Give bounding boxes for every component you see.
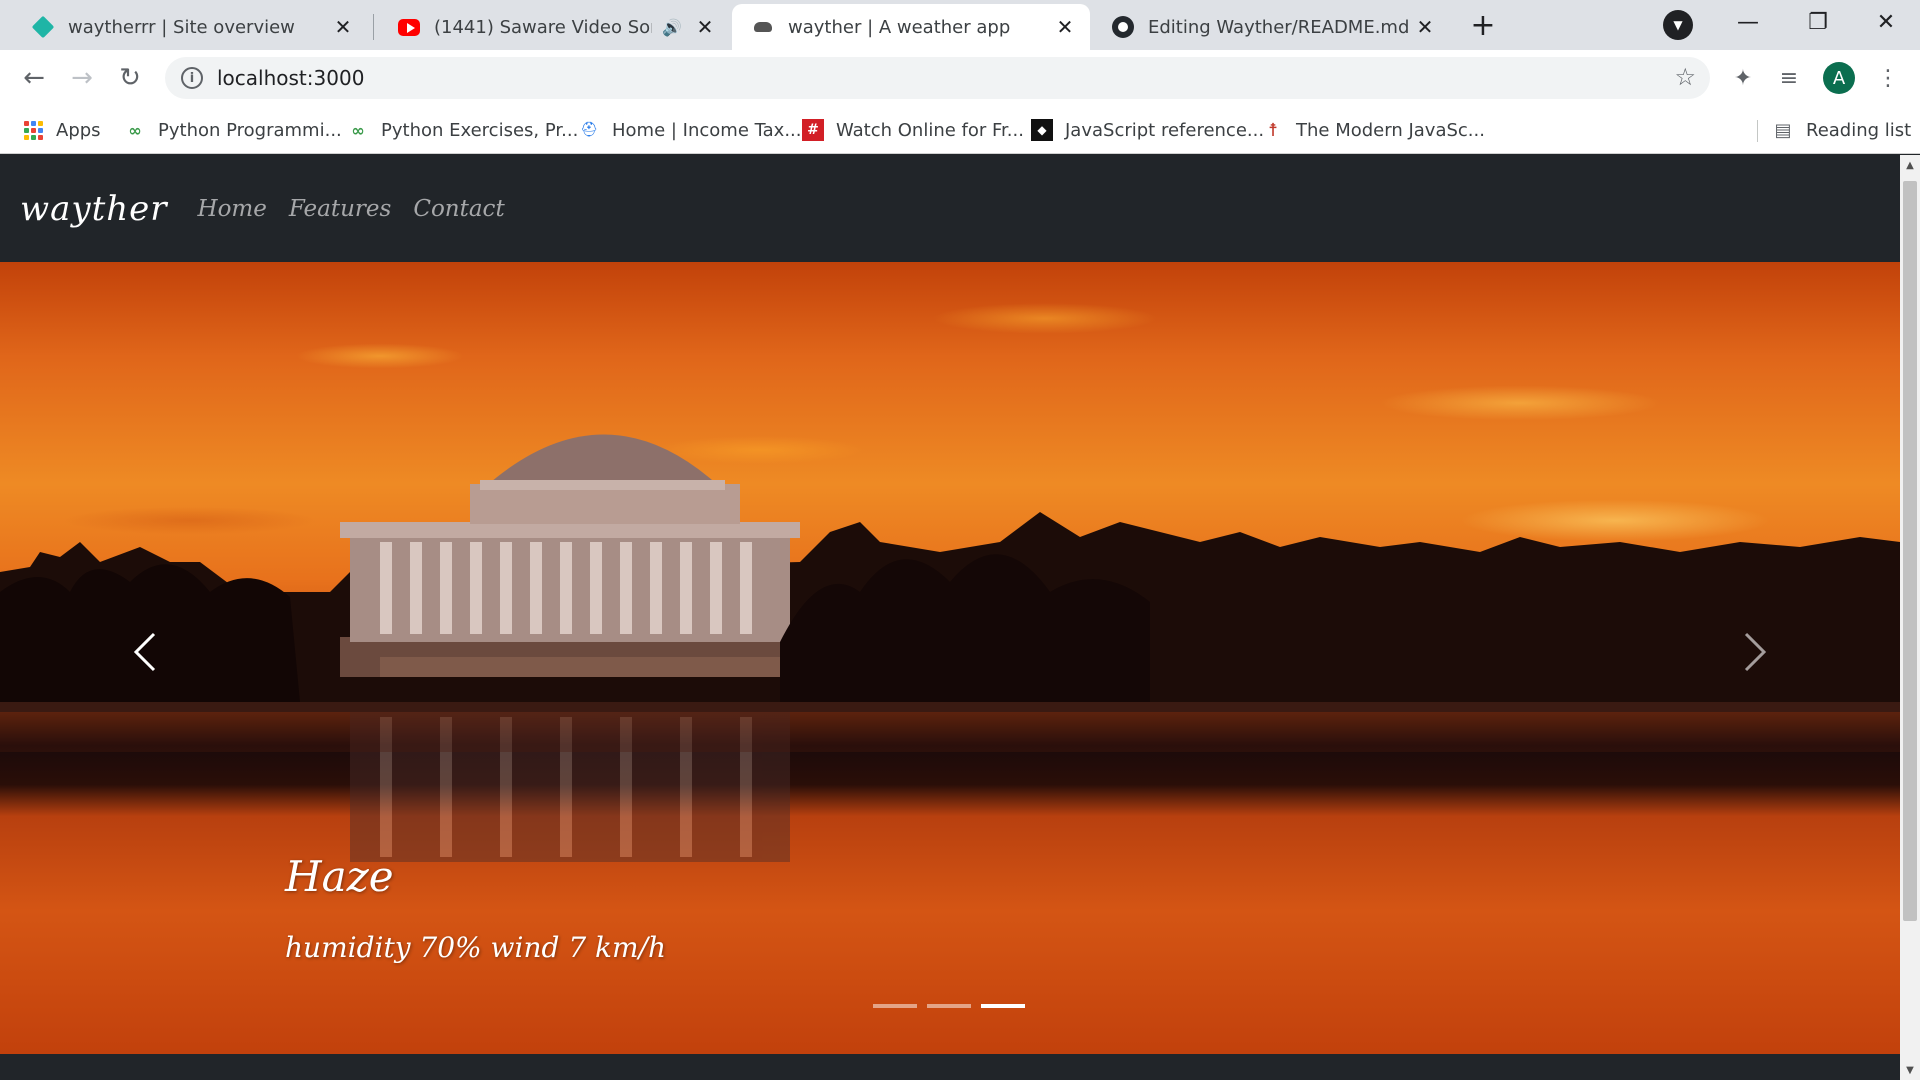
apps-icon (22, 119, 44, 141)
weather-condition: Haze (285, 852, 394, 901)
bookmark-python-programming[interactable]: ∞ Python Programmi... (124, 116, 342, 144)
carousel-indicators (873, 1004, 1025, 1008)
speaker-icon[interactable]: 🔊 (662, 18, 682, 37)
browser-toolbar: ← → ↻ i localhost:3000 ☆ ✦ ≡ A ⋮ (0, 50, 1920, 106)
github-icon (1112, 16, 1134, 38)
nav-contact[interactable]: Contact (413, 196, 504, 222)
weather-carousel: Haze humidity 70% wind 7 km/h (0, 262, 1900, 1054)
weather-details: humidity 70% wind 7 km/h (285, 931, 667, 964)
site-navbar: wayther Home Features Contact (0, 155, 1900, 262)
carousel-caption: Haze humidity 70% wind 7 km/h (285, 852, 666, 964)
tab-youtube[interactable]: (1441) Saware Video Song- A 🔊 ✕ (378, 4, 730, 50)
tab-netlify[interactable]: waytherrr | Site overview ✕ (12, 4, 368, 50)
bookmark-label: The Modern JavaSc... (1296, 119, 1485, 141)
reading-list-icon: ▤ (1774, 119, 1792, 141)
close-icon[interactable]: ✕ (692, 14, 718, 40)
minimize-icon[interactable]: — (1718, 0, 1778, 44)
bookmark-label: Home | Income Tax... (612, 119, 802, 141)
bookmark-label: Watch Online for Fr... (836, 119, 1024, 141)
youtube-icon (398, 16, 420, 38)
avatar[interactable]: A (1823, 62, 1855, 94)
netlify-icon (31, 15, 55, 39)
address-bar[interactable]: i localhost:3000 ☆ (165, 57, 1710, 99)
tab-search-icon[interactable]: ▼ (1663, 10, 1693, 40)
watch-online-icon: # (802, 119, 824, 141)
close-icon[interactable]: ✕ (330, 14, 356, 40)
tab-title: waytherrr | Site overview (68, 16, 295, 38)
bookmark-apps[interactable]: Apps (22, 116, 101, 144)
chevron-right-icon (1744, 632, 1767, 672)
mdn-icon: ◆ (1031, 119, 1053, 141)
scroll-thumb[interactable] (1903, 181, 1917, 921)
bookmark-income-tax[interactable]: ⛑ Home | Income Tax... (578, 116, 801, 144)
close-window-icon[interactable]: ✕ (1856, 0, 1916, 44)
income-tax-icon: ⛑ (580, 122, 598, 138)
tab-title: (1441) Saware Video Song- A (434, 16, 652, 38)
page-viewport: wayther Home Features Contact Haze humid… (0, 155, 1900, 1080)
media-controls-icon[interactable]: ≡ (1773, 62, 1805, 94)
bookmark-label: Python Exercises, Pr... (381, 119, 579, 141)
cloud-icon (752, 16, 774, 38)
scroll-up-arrow-icon[interactable]: ▲ (1900, 155, 1920, 175)
bookmark-javascript-reference[interactable]: ◆ JavaScript reference... (1031, 116, 1264, 144)
extensions-icon[interactable]: ✦ (1727, 62, 1759, 94)
forward-icon[interactable]: → (64, 60, 100, 96)
javascript-info-icon: ☨ (1268, 119, 1278, 141)
tab-wayther[interactable]: wayther | A weather app ✕ (732, 4, 1090, 50)
bookmark-python-exercises[interactable]: ∞ Python Exercises, Pr... (347, 116, 578, 144)
nav-home[interactable]: Home (198, 196, 267, 222)
chevron-left-icon (133, 632, 156, 672)
reading-list-label: Reading list (1806, 119, 1912, 141)
nav-features[interactable]: Features (289, 196, 392, 222)
page-scrollbar[interactable]: ▲ ▼ (1900, 155, 1920, 1080)
menu-icon[interactable]: ⋮ (1872, 62, 1904, 94)
shoreline (0, 702, 1900, 712)
carousel-next-button[interactable] (1725, 622, 1785, 682)
reload-icon[interactable]: ↻ (112, 60, 148, 96)
bookmark-label: Apps (56, 119, 101, 141)
carousel-indicator-1[interactable] (873, 1004, 917, 1008)
bookmark-star-icon[interactable]: ☆ (1674, 63, 1696, 91)
bookmarks-bar: Apps ∞ Python Programmi... ∞ Python Exer… (0, 106, 1920, 154)
new-tab-button[interactable]: + (1465, 7, 1501, 43)
carousel-indicator-3[interactable] (981, 1004, 1025, 1008)
tab-strip: waytherrr | Site overview ✕ (1441) Sawar… (0, 0, 1920, 50)
bookmark-watch-online[interactable]: # Watch Online for Fr... (802, 116, 1024, 144)
tab-github[interactable]: Editing Wayther/README.md at ✕ (1092, 4, 1450, 50)
bookmark-label: JavaScript reference... (1065, 119, 1265, 141)
info-icon[interactable]: i (181, 67, 203, 89)
back-icon[interactable]: ← (16, 60, 52, 96)
bookmark-separator (1757, 120, 1758, 142)
w3resource-icon: ∞ (351, 120, 365, 140)
bookmark-modern-javascript[interactable]: ☨ The Modern JavaSc... (1262, 116, 1485, 144)
tab-separator (373, 14, 374, 40)
reading-list-button[interactable]: ▤ Reading list (1772, 116, 1911, 144)
close-icon[interactable]: ✕ (1052, 14, 1078, 40)
scroll-down-arrow-icon[interactable]: ▼ (1900, 1060, 1920, 1080)
memorial-dome (485, 434, 720, 487)
carousel-indicator-2[interactable] (927, 1004, 971, 1008)
w3resource-icon: ∞ (128, 120, 142, 140)
tab-title: wayther | A weather app (788, 16, 1011, 38)
tab-title: Editing Wayther/README.md at (1148, 16, 1412, 38)
address-url[interactable]: localhost:3000 (217, 66, 364, 90)
restore-icon[interactable]: ❐ (1788, 0, 1848, 44)
brand-logo[interactable]: wayther (20, 189, 168, 229)
carousel-prev-button[interactable] (115, 622, 175, 682)
bookmark-label: Python Programmi... (158, 119, 342, 141)
close-icon[interactable]: ✕ (1412, 14, 1438, 40)
